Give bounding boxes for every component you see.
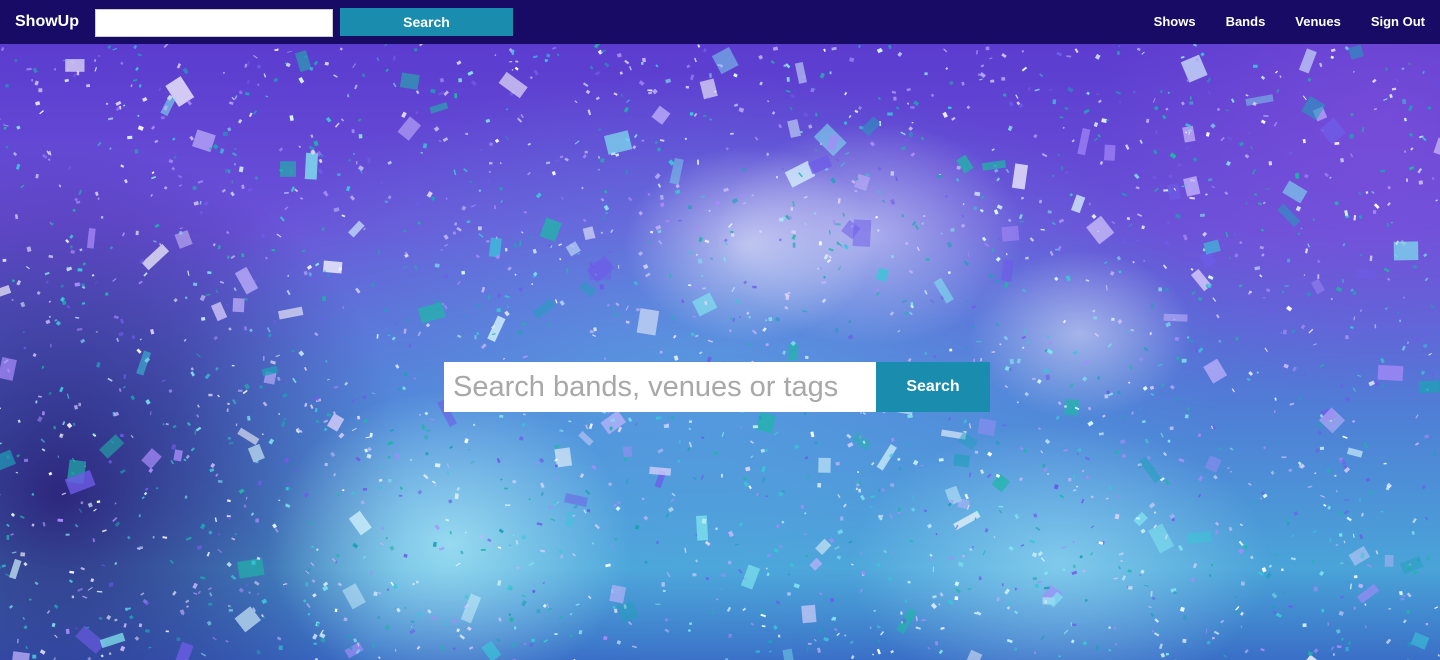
nav-link-shows[interactable]: Shows bbox=[1154, 0, 1196, 44]
brand-logo-link[interactable]: ShowUp bbox=[15, 12, 79, 32]
hero-banner: Search bbox=[0, 44, 1440, 660]
nav-link-sign-out[interactable]: Sign Out bbox=[1371, 0, 1425, 44]
nav-link-venues[interactable]: Venues bbox=[1295, 0, 1341, 44]
hero-search-button[interactable]: Search bbox=[876, 362, 990, 412]
navbar-search-input[interactable] bbox=[95, 9, 333, 37]
nav-links: Shows Bands Venues Sign Out bbox=[1154, 0, 1440, 44]
top-navbar: ShowUp Search Shows Bands Venues Sign Ou… bbox=[0, 0, 1440, 44]
nav-link-bands[interactable]: Bands bbox=[1226, 0, 1266, 44]
navbar-search-button[interactable]: Search bbox=[340, 8, 513, 36]
hero-search-input[interactable] bbox=[444, 362, 876, 412]
hero-search-form: Search bbox=[444, 362, 990, 412]
hero-background-image bbox=[0, 44, 1440, 660]
